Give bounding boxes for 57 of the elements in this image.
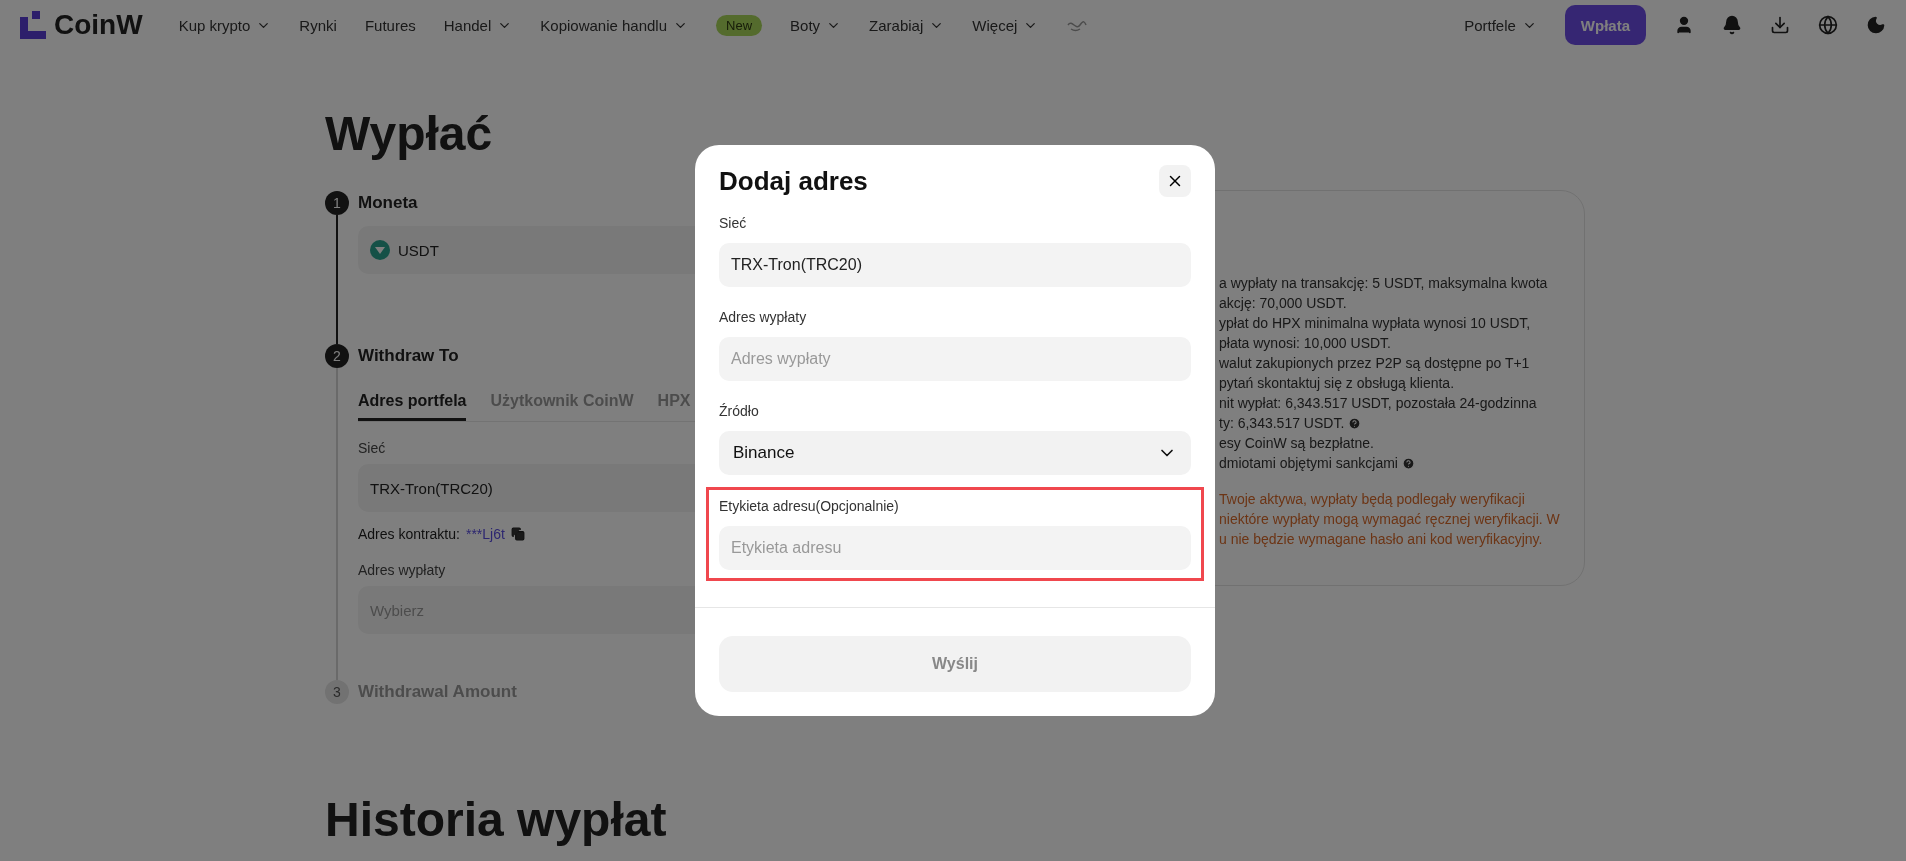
info-text: ypłat do HPX minimalna wypłata wynosi 10 USDT, — [1219, 314, 1531, 333]
dialog-title: Dodaj adres — [719, 165, 868, 197]
coin-icon — [370, 240, 390, 260]
info-text: akcję: 70,000 USDT. — [1219, 294, 1347, 313]
source-select[interactable]: Binance — [719, 431, 1191, 475]
nav-menu-item[interactable]: Boty — [790, 16, 842, 34]
warning-text: Twoje aktywa, wypłaty będą podlegały weryfikacji — [1219, 490, 1526, 509]
field-label: Adres wypłaty — [358, 562, 446, 578]
info-text: dmiotami objętymi sankcjami — [1219, 454, 1398, 473]
withdraw-tab[interactable]: Adres portfela — [358, 386, 467, 421]
nav-menu-item[interactable]: Kopiowanie handlu — [540, 16, 689, 34]
text-field[interactable]: Adres wypłaty — [719, 337, 1191, 381]
logo-icon — [20, 11, 46, 39]
step-title: Moneta — [358, 192, 418, 214]
field-label: Sieć — [358, 440, 386, 456]
field-label: Etykieta adresu(Opcjonalnie) — [719, 498, 899, 514]
text-field[interactable]: TRX-Tron(TRC20) — [719, 243, 1191, 287]
warning-text: niektóre wypłaty mogą wymagać ręcznej weryfikacji. W — [1219, 510, 1561, 529]
moon-icon[interactable] — [1866, 15, 1886, 35]
close-button[interactable] — [1159, 165, 1191, 197]
wallets-menu[interactable]: Portfele — [1464, 16, 1537, 34]
nav-menu-item[interactable]: Rynki — [299, 16, 337, 34]
nav-menu-item[interactable]: Kup krypto — [178, 16, 272, 34]
info-text: walut zakupionych przez P2P są dostępne po T+1 — [1219, 354, 1530, 373]
page-title: Wypłać — [325, 106, 494, 161]
download-icon[interactable] — [1770, 15, 1790, 35]
nav-menu-item[interactable]: Zarabiaj — [869, 16, 945, 34]
info-text: nit wypłat: 6,343.517 USDT, pozostała 24-godzinna — [1219, 394, 1537, 413]
section-title: Historia wypłat — [325, 792, 668, 847]
step-number: 1 — [325, 191, 349, 215]
new-badge: New — [716, 14, 763, 36]
brand-logo-text: CoinW — [54, 9, 143, 41]
info-text: esy CoinW są bezpłatne. — [1219, 434, 1374, 453]
nav-menu-item[interactable]: Handel — [443, 16, 513, 34]
warning-text: u nie będzie wymagane hasło ani kod weryfikacyjny. — [1219, 530, 1544, 549]
user-icon[interactable] — [1674, 15, 1694, 35]
step-number: 3 — [325, 680, 349, 704]
info-text: pytań skontaktuj się z obsługą klienta. — [1219, 374, 1455, 393]
nav-menu-item[interactable]: Więcej — [972, 16, 1039, 34]
contract-label: Adres kontraktu: — [358, 526, 460, 542]
copy-icon[interactable] — [510, 527, 525, 541]
field-label: Adres wypłaty — [719, 309, 807, 325]
help-icon[interactable] — [1401, 456, 1415, 470]
field-label: Źródło — [719, 403, 759, 419]
info-text: ty: 6,343.517 USDT. — [1219, 414, 1345, 433]
bell-icon[interactable] — [1722, 15, 1742, 35]
text-field[interactable]: Etykieta adresu — [719, 526, 1191, 570]
field-label: Sieć — [719, 215, 747, 231]
contract-address-link[interactable]: ***Lj6t — [465, 526, 505, 542]
step-number: 2 — [325, 344, 349, 368]
info-text: a wypłaty na transakcję: 5 USDT, maksymalna kwota — [1219, 274, 1548, 293]
globe-icon[interactable] — [1818, 15, 1838, 35]
nav-menu-item[interactable]: Futures — [364, 16, 416, 34]
info-text: płata wynosi: 10,000 USDT. — [1219, 334, 1391, 353]
step-title: Withdraw To — [358, 345, 459, 367]
deposit-button[interactable]: Wpłata — [1564, 5, 1646, 45]
help-icon[interactable] — [1348, 416, 1362, 430]
